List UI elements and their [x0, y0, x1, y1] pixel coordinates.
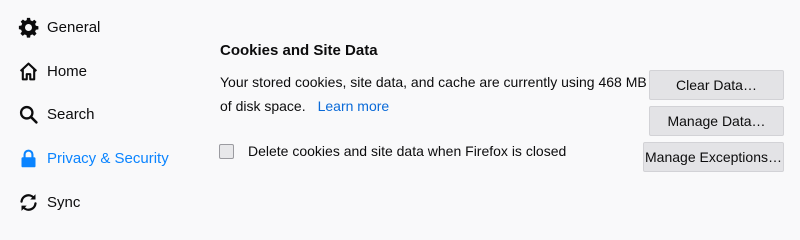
manage-exceptions-button[interactable]: Manage Exceptions…	[643, 142, 784, 172]
sidebar-item-label: Search	[47, 105, 95, 123]
clear-data-button[interactable]: Clear Data…	[649, 70, 784, 100]
home-icon	[17, 60, 39, 82]
disk-space-text: of disk space.	[220, 98, 306, 114]
learn-more-link[interactable]: Learn more	[318, 98, 390, 114]
sidebar-item-general[interactable]: General	[0, 9, 190, 45]
manage-data-button[interactable]: Manage Data…	[649, 106, 784, 136]
sidebar-item-label: Sync	[47, 193, 81, 211]
sidebar-item-sync[interactable]: Sync	[0, 184, 190, 220]
cookies-usage-description: Your stored cookies, site data, and cach…	[220, 74, 647, 90]
sidebar-item-search[interactable]: Search	[0, 96, 190, 132]
delete-cookies-checkbox-label: Delete cookies and site data when Firefo…	[248, 143, 567, 159]
sidebar-nav: General Home Search Privacy & Security S…	[0, 0, 200, 222]
delete-cookies-checkbox[interactable]	[219, 143, 234, 159]
sidebar-item-label: General	[47, 18, 101, 36]
cookies-usage-description-cont: of disk space. Learn more	[220, 98, 389, 114]
sidebar-item-home[interactable]: Home	[0, 53, 190, 89]
sidebar-item-label: Privacy & Security	[47, 149, 169, 167]
section-title: Cookies and Site Data	[220, 42, 378, 59]
gear-icon	[17, 16, 39, 38]
lock-icon	[17, 147, 39, 169]
sync-icon	[17, 191, 39, 213]
search-icon	[17, 103, 39, 125]
delete-cookies-on-close-option[interactable]: Delete cookies and site data when Firefo…	[219, 143, 566, 159]
sidebar-item-label: Home	[47, 62, 88, 80]
sidebar-item-privacy-security[interactable]: Privacy & Security	[0, 140, 190, 176]
